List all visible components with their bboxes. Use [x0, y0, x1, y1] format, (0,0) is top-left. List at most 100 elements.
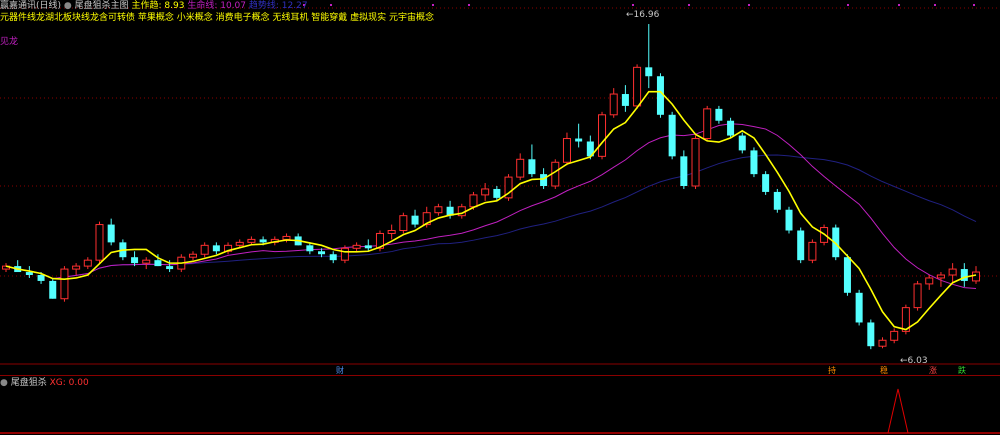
- candle-down: [329, 254, 337, 261]
- circle-icon: ●: [63, 1, 72, 11]
- candle-down: [773, 191, 781, 210]
- candle-down: [785, 209, 793, 231]
- candle-down: [411, 215, 419, 225]
- trend-line-navy: [5, 154, 977, 280]
- candle-down: [855, 292, 863, 323]
- sub-panel-title[interactable]: 尾盘狙杀: [11, 378, 47, 388]
- candle-down: [259, 239, 267, 243]
- candle-down: [715, 108, 723, 121]
- candle-up: [598, 114, 607, 157]
- signal-spike: [887, 388, 909, 434]
- candle-down: [656, 76, 664, 115]
- top-dot: [898, 4, 900, 6]
- candle-down: [25, 272, 33, 275]
- trend-line-value-label: 趋势线: 12.27: [248, 1, 308, 11]
- candle-up: [633, 66, 642, 107]
- candle-down: [107, 224, 115, 243]
- top-dot: [432, 4, 434, 6]
- candle-down: [668, 114, 676, 157]
- candle-down: [750, 150, 758, 175]
- top-dot: [973, 4, 975, 6]
- candle-up: [235, 241, 244, 246]
- top-dot: [688, 4, 690, 6]
- life-line-value-label: 生命线: 10.07: [187, 1, 247, 11]
- top-dot: [748, 4, 750, 6]
- candle-down: [493, 188, 501, 198]
- candle-down: [738, 135, 746, 151]
- sub-panel-value: XG: 0.00: [49, 378, 89, 388]
- candle-down: [49, 280, 57, 299]
- life-line-purple: [5, 123, 977, 289]
- candle-up: [95, 224, 104, 261]
- candle-up: [925, 277, 934, 285]
- candle-up: [703, 108, 712, 140]
- candle-up: [399, 215, 408, 232]
- stock-name[interactable]: 赢嘉通讯(日线): [0, 1, 61, 11]
- trend-line-path: [5, 154, 977, 280]
- candle-up: [808, 241, 817, 261]
- main-kline-chart[interactable]: [0, 0, 1000, 375]
- top-dot: [468, 4, 470, 6]
- candle-up: [691, 138, 700, 187]
- candle-up: [340, 247, 349, 261]
- candle-down: [797, 230, 805, 261]
- ma-value-label: 主作趋: 8.93: [131, 1, 185, 11]
- candle-up: [516, 158, 525, 178]
- low-price-label: ←6.03: [900, 356, 928, 366]
- side-label: 见龙: [0, 37, 19, 47]
- candle-up: [352, 244, 361, 249]
- indicator-name[interactable]: 尾盘狙杀主图: [75, 1, 129, 11]
- candle-down: [131, 257, 139, 264]
- main-trend-line-yellow: [5, 90, 977, 331]
- candle-up: [890, 330, 899, 341]
- sub-indicator-chart[interactable]: [0, 375, 1000, 435]
- main-trend-line-path: [5, 90, 977, 331]
- candle-up: [142, 259, 151, 264]
- candle-down: [843, 257, 851, 293]
- top-dot: [847, 4, 849, 6]
- candle-down: [645, 67, 653, 77]
- candle-down: [528, 159, 536, 175]
- candle-up: [913, 283, 922, 309]
- high-price-label: ←16.96: [626, 10, 660, 20]
- top-dot: [330, 4, 332, 6]
- candle-up: [562, 138, 571, 163]
- concepts-line: 元器件线龙湖北板块线龙含可转债 苹果概念 小米概念 消费电子概念 无线耳机 智能…: [0, 13, 435, 23]
- candle-up: [387, 230, 396, 234]
- candle-up: [469, 194, 478, 208]
- candle-up: [188, 253, 197, 258]
- candle-up: [481, 188, 490, 196]
- candle-down: [762, 174, 770, 192]
- circle-icon: ●: [0, 378, 8, 388]
- candle-down: [212, 245, 220, 252]
- candle-up: [609, 93, 618, 116]
- candle-down: [575, 138, 583, 142]
- candle-up: [83, 259, 92, 267]
- top-dots-row: [303, 4, 975, 6]
- candle-down: [318, 251, 326, 255]
- candle-down: [540, 174, 548, 186]
- candle-down: [621, 94, 629, 106]
- candle-up: [200, 244, 209, 255]
- candle-up: [60, 268, 69, 300]
- candle-up: [434, 206, 443, 214]
- candle-down: [306, 245, 314, 252]
- candle-up: [282, 235, 291, 240]
- life-line-path: [5, 123, 977, 289]
- candle-down: [680, 156, 688, 186]
- sub-panel-header: ● 尾盘狙杀 XG: 0.00: [0, 377, 89, 389]
- candle-down: [867, 322, 875, 347]
- top-dot: [632, 4, 634, 6]
- candle-down: [37, 275, 45, 281]
- candle-up: [72, 265, 81, 270]
- candle-up: [878, 339, 887, 347]
- candle-down: [166, 266, 174, 270]
- candle-up: [948, 268, 957, 276]
- header-bar: 赢嘉通讯(日线) ● 尾盘狙杀主图 主作趋: 8.93 生命线: 10.07 趋…: [0, 0, 308, 12]
- candle-down: [364, 245, 372, 249]
- top-dot: [934, 4, 936, 6]
- candles-group: [1, 24, 981, 350]
- candle-up: [247, 238, 256, 243]
- candle-down: [154, 260, 162, 267]
- candle-up: [971, 271, 981, 282]
